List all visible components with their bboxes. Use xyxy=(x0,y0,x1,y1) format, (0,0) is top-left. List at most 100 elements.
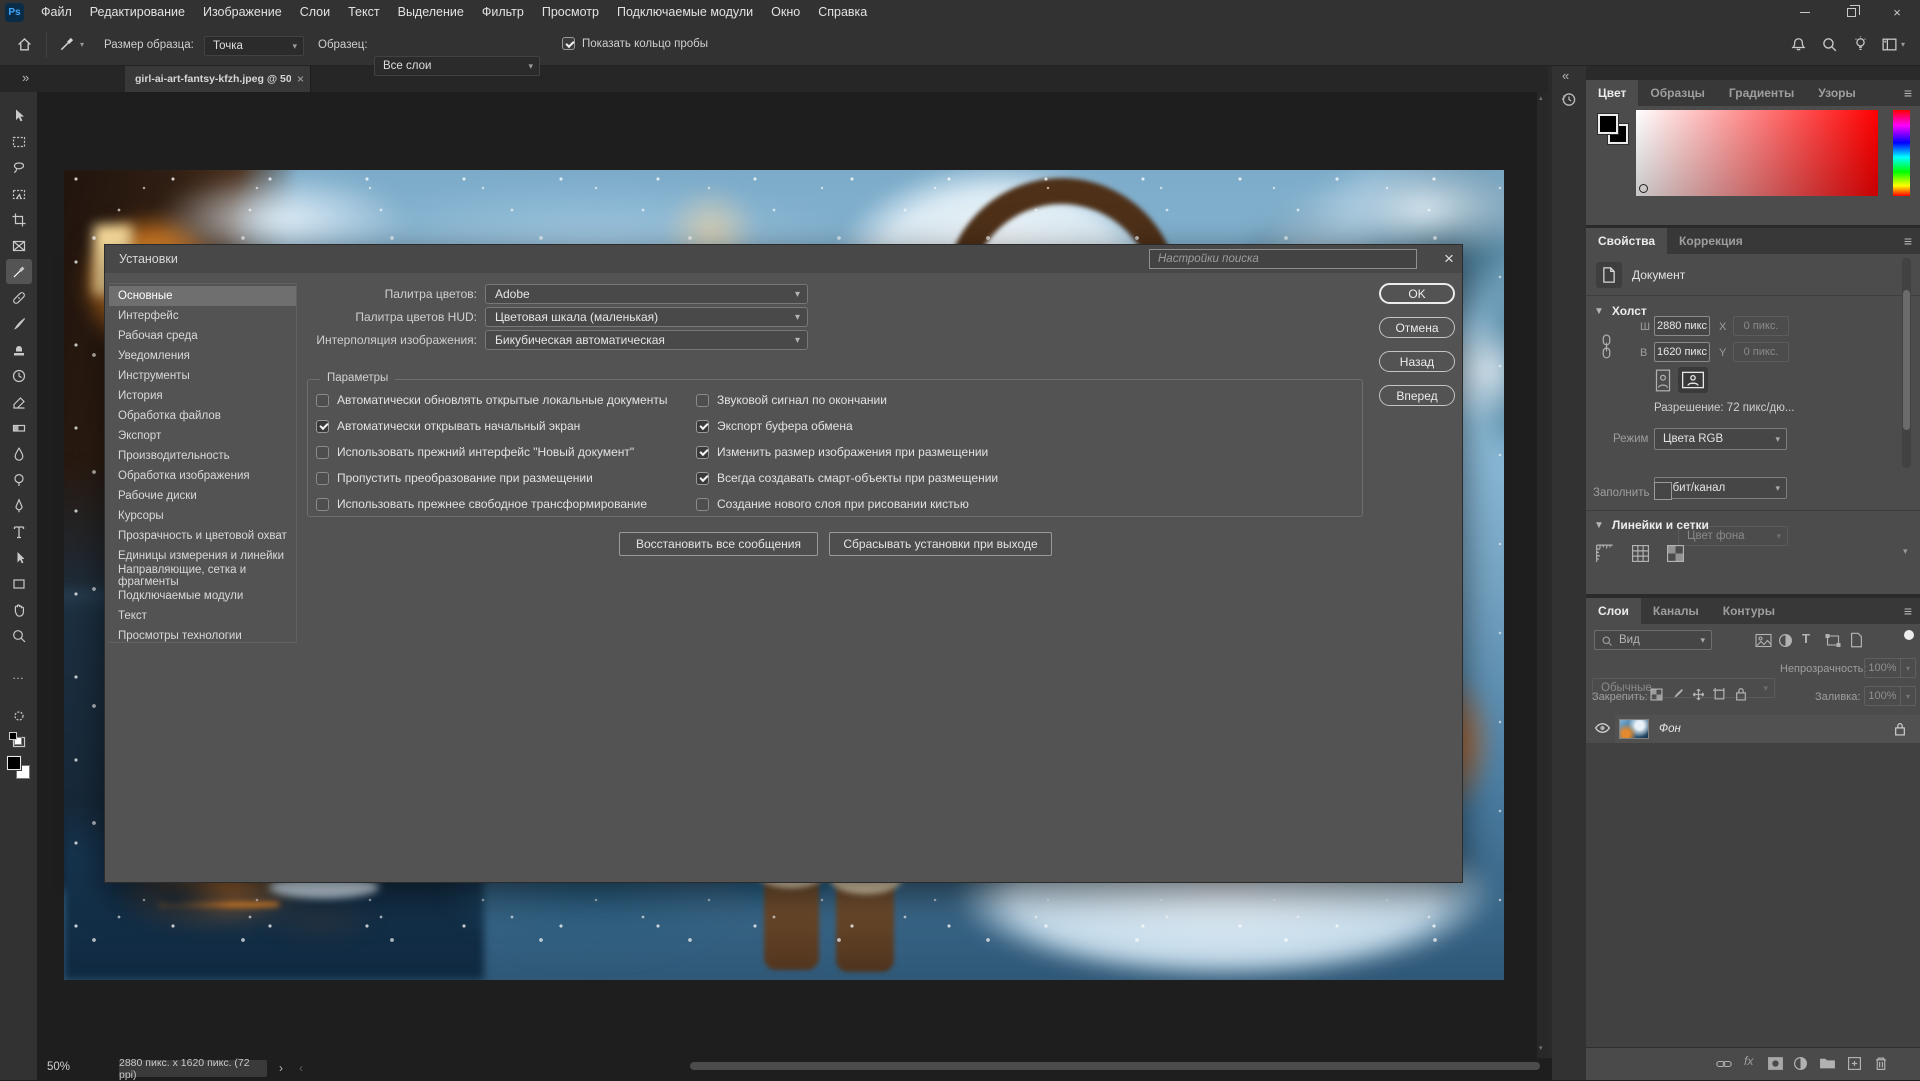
type-tool[interactable] xyxy=(6,519,32,544)
scroll-up-icon[interactable]: ▴ xyxy=(1539,94,1543,102)
lock-position-icon[interactable] xyxy=(1692,688,1705,701)
section-transparency-gamut[interactable]: Прозрачность и цветовой охват xyxy=(109,526,296,546)
tab-adjustments[interactable]: Коррекция xyxy=(1667,228,1755,254)
ok-button[interactable]: OK xyxy=(1379,283,1455,304)
resize-image-during-place-checkbox[interactable] xyxy=(696,446,709,459)
tab-paths[interactable]: Контуры xyxy=(1711,598,1787,624)
clone-stamp-tool[interactable] xyxy=(6,337,32,362)
canvas-vertical-scrollbar[interactable]: ▴ ▾ xyxy=(1537,92,1548,1058)
toolbar-expand-icon[interactable]: » xyxy=(22,70,29,85)
section-history[interactable]: История xyxy=(109,386,296,406)
document-tab[interactable]: girl-ai-art-fantsy-kfzh.jpeg @ 50% (RGB/… xyxy=(125,66,311,92)
crop-tool[interactable] xyxy=(6,207,32,232)
auto-show-home-screen-checkbox[interactable] xyxy=(316,420,329,433)
zoom-level-field[interactable]: 50% xyxy=(47,1061,70,1073)
eyedropper-tool[interactable] xyxy=(6,259,32,284)
panel-menu-icon[interactable]: ≡ xyxy=(1904,233,1912,249)
tab-patterns[interactable]: Узоры xyxy=(1806,80,1867,106)
foreground-color-swatch[interactable] xyxy=(7,756,21,770)
lock-pixels-icon[interactable] xyxy=(1671,688,1684,701)
window-close-button[interactable]: × xyxy=(1874,0,1920,24)
hud-color-picker-select[interactable]: Цветовая шкала (маленькая) xyxy=(485,307,808,327)
rulers-grids-section-header[interactable]: ▼ Линейки и сетки xyxy=(1594,518,1709,532)
healing-brush-tool[interactable] xyxy=(6,285,32,310)
reset-preferences-on-quit-button[interactable]: Сбрасывать установки при выходе xyxy=(829,532,1052,556)
tab-layers[interactable]: Слои xyxy=(1586,598,1641,624)
discover-button[interactable] xyxy=(1852,36,1869,53)
tab-gradients[interactable]: Градиенты xyxy=(1717,80,1806,106)
filter-adjustment-layers-icon[interactable] xyxy=(1778,633,1793,648)
workspace-switcher-button[interactable]: ▾ xyxy=(1881,36,1905,53)
filter-shape-layers-icon[interactable] xyxy=(1825,633,1841,648)
next-button[interactable]: Вперед xyxy=(1379,385,1455,406)
tab-close-icon[interactable]: × xyxy=(297,72,304,86)
section-units-rulers[interactable]: Единицы измерения и линейки xyxy=(109,546,296,566)
menu-help[interactable]: Справка xyxy=(809,0,876,24)
layer-visibility-eye-icon[interactable] xyxy=(1594,721,1611,735)
color-picker-select[interactable]: Adobe xyxy=(485,284,808,304)
menu-select[interactable]: Выделение xyxy=(389,0,473,24)
add-adjustment-layer-icon[interactable] xyxy=(1793,1056,1808,1071)
rectangle-tool[interactable] xyxy=(6,571,32,596)
lock-transparency-icon[interactable] xyxy=(1650,688,1663,701)
foreground-color-swatch[interactable] xyxy=(1598,114,1618,134)
eyedropper-preset-button[interactable]: ▾ xyxy=(58,35,84,53)
section-notifications[interactable]: Уведомления xyxy=(109,346,296,366)
search-button[interactable] xyxy=(1821,36,1838,53)
portrait-orientation-button[interactable] xyxy=(1652,368,1674,393)
document-info-field[interactable]: 2880 пикс. x 1620 пикс. (72 ppi) xyxy=(119,1060,267,1077)
reset-all-warnings-button[interactable]: Восстановить все сообщения xyxy=(619,532,818,556)
canvas-height-field[interactable]: 1620 пикс xyxy=(1654,342,1710,362)
history-panel-icon[interactable] xyxy=(1560,90,1578,108)
scroll-down-icon[interactable]: ▾ xyxy=(1539,1044,1543,1052)
move-tool[interactable] xyxy=(6,103,32,128)
menu-type[interactable]: Текст xyxy=(339,0,388,24)
menu-plugins[interactable]: Подключаемые модули xyxy=(608,0,762,24)
menu-layers[interactable]: Слои xyxy=(291,0,339,24)
transparency-toggle-icon[interactable] xyxy=(1666,544,1685,563)
preferences-search-input[interactable] xyxy=(1149,249,1417,269)
section-scratch-disks[interactable]: Рабочие диски xyxy=(109,486,296,506)
menu-window[interactable]: Окно xyxy=(762,0,809,24)
export-clipboard-checkbox[interactable] xyxy=(696,420,709,433)
scroll-down-icon[interactable]: ▾ xyxy=(1903,546,1908,557)
canvas-horizontal-scrollbar[interactable] xyxy=(690,1062,1540,1070)
window-minimize-button[interactable] xyxy=(1782,0,1828,24)
prev-button[interactable]: Назад xyxy=(1379,351,1455,372)
section-guides-grid[interactable]: Направляющие, сетка и фрагменты xyxy=(109,566,296,586)
zoom-tool[interactable] xyxy=(6,623,32,648)
color-mode-select[interactable]: Цвета RGB xyxy=(1654,428,1787,450)
eraser-tool[interactable] xyxy=(6,389,32,414)
default-colors-icon[interactable] xyxy=(8,732,28,748)
layer-thumbnail[interactable] xyxy=(1619,719,1649,739)
filter-type-layers-icon[interactable]: T xyxy=(1802,631,1810,646)
notifications-button[interactable] xyxy=(1790,36,1807,53)
lock-all-icon[interactable] xyxy=(1735,687,1747,701)
frame-tool[interactable] xyxy=(6,233,32,258)
section-image-processing[interactable]: Обработка изображения xyxy=(109,466,296,486)
canvas-section-header[interactable]: ▼ Холст xyxy=(1594,304,1647,318)
legacy-free-transform-checkbox[interactable] xyxy=(316,498,329,511)
tab-swatches[interactable]: Образцы xyxy=(1638,80,1717,106)
sample-size-select[interactable]: Точка xyxy=(204,36,304,56)
tab-properties[interactable]: Свойства xyxy=(1586,228,1667,254)
properties-scrollbar[interactable] xyxy=(1902,258,1911,468)
tab-channels[interactable]: Каналы xyxy=(1641,598,1711,624)
cancel-button[interactable]: Отмена xyxy=(1379,317,1455,338)
menu-file[interactable]: Файл xyxy=(32,0,81,24)
brush-tool[interactable] xyxy=(6,311,32,336)
blur-tool[interactable] xyxy=(6,441,32,466)
sample-source-select[interactable]: Все слои xyxy=(374,56,540,76)
section-tools[interactable]: Инструменты xyxy=(109,366,296,386)
menu-image[interactable]: Изображение xyxy=(194,0,291,24)
filter-toggle[interactable] xyxy=(1904,630,1914,640)
delete-layer-icon[interactable] xyxy=(1874,1056,1888,1071)
dialog-close-button[interactable]: × xyxy=(1437,247,1461,271)
dodge-tool[interactable] xyxy=(6,467,32,492)
filter-pixel-layers-icon[interactable] xyxy=(1755,633,1772,648)
show-sampling-ring-checkbox[interactable] xyxy=(562,37,575,50)
panel-menu-icon[interactable]: ≡ xyxy=(1904,603,1912,619)
edit-toolbar-button[interactable]: … xyxy=(6,662,32,687)
lasso-tool[interactable] xyxy=(6,155,32,180)
beep-when-done-checkbox[interactable] xyxy=(696,394,709,407)
